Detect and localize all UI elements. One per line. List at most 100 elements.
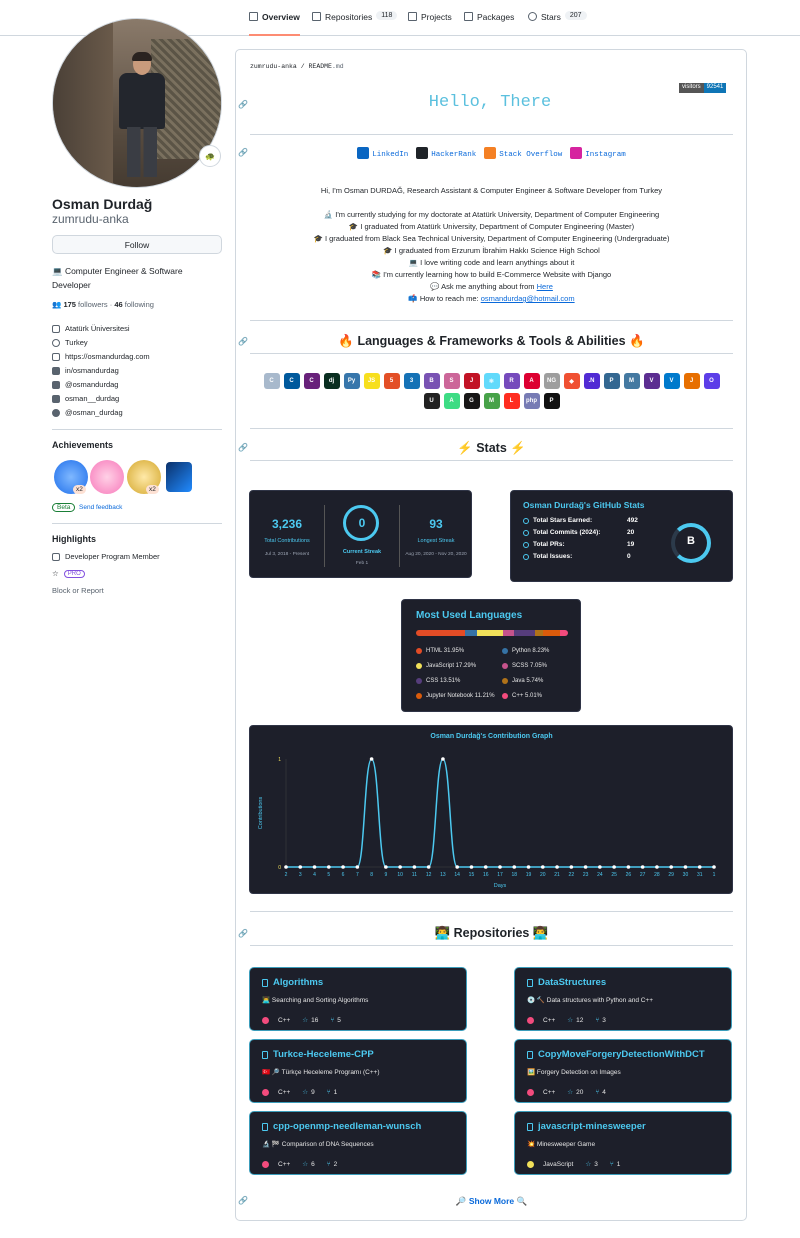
anchor-link-icon[interactable]: 🔗	[238, 1196, 248, 1205]
email-link[interactable]: osmandurdag@hotmail.com	[481, 294, 575, 303]
python-icon: Py	[343, 373, 360, 389]
ask-me-link[interactable]: Here	[537, 282, 553, 291]
repo-stars: ☆ 16	[302, 1016, 319, 1025]
react-icon: ⚛	[483, 373, 500, 389]
x-axis-label: Days	[494, 883, 507, 889]
x-tick-label: 10	[397, 872, 403, 878]
anchor-link-icon[interactable]: 🔗	[238, 443, 248, 452]
data-point	[612, 865, 616, 869]
data-point	[369, 757, 374, 761]
repo-name[interactable]: Turkce-Heceleme-CPP	[262, 1049, 374, 1060]
arctic-vault-badge[interactable]	[166, 462, 192, 492]
visitors-badge: visitors 92541	[679, 83, 727, 93]
data-point	[626, 865, 631, 869]
instagram-link[interactable]: Instagram	[570, 147, 626, 159]
top-languages-card: Most Used Languages HTML 31.95% Python 8…	[401, 599, 581, 712]
location-icon	[52, 338, 60, 347]
language-item: Java 5.74%	[502, 678, 543, 684]
x-tick-label: 18	[511, 872, 517, 878]
language-item: Jupyter Notebook 11.21%	[416, 693, 495, 699]
block-report-link[interactable]: Block or Report	[52, 586, 104, 595]
longest-range: Aug 20, 2020 - Nov 20, 2020	[405, 552, 467, 557]
repo-name[interactable]: CopyMoveForgeryDetectionWithDCT	[527, 1049, 705, 1060]
data-point	[455, 865, 459, 869]
avatar[interactable]	[52, 18, 222, 188]
csharp-icon: C	[303, 373, 320, 389]
repo-description: 🇹🇷 🔎 Türkçe Heceleme Programı (C++)	[262, 1069, 380, 1076]
show-more-link[interactable]: 🔎 Show More 🔍	[250, 1196, 733, 1207]
divider	[250, 911, 733, 912]
divider	[250, 353, 733, 354]
tab-packages[interactable]: Packages	[464, 12, 514, 36]
intro-text: Hi, I'm Osman DURDAĞ, Research Assistant…	[313, 186, 670, 303]
repo-name[interactable]: javascript-minesweeper	[527, 1121, 646, 1132]
followers-link[interactable]: 175 followers	[63, 300, 107, 309]
x-tick-label: 26	[626, 872, 632, 878]
javascript-icon: JS	[363, 373, 380, 389]
repo-icon	[312, 12, 321, 21]
star-icon: ☆	[52, 569, 59, 578]
anchor-link-icon[interactable]: 🔗	[238, 100, 248, 109]
css3-icon: 3	[403, 373, 420, 389]
data-point	[583, 865, 588, 869]
linkedin-link[interactable]: LinkedIn	[357, 147, 408, 159]
repo-card[interactable]: Turkce-Heceleme-CPP 🇹🇷 🔎 Türkçe Heceleme …	[249, 1039, 467, 1103]
repo-name[interactable]: Algorithms	[262, 977, 323, 988]
detail-website[interactable]: https://osmandurdag.com	[52, 352, 150, 361]
repo-card[interactable]: CopyMoveForgeryDetectionWithDCT 🖼️ Forger…	[514, 1039, 732, 1103]
tab-overview[interactable]: Overview	[249, 12, 300, 36]
x-tick-label: 15	[469, 872, 475, 878]
hackerrank-link[interactable]: HackerRank	[416, 147, 476, 159]
languages-title: Most Used Languages	[416, 610, 523, 621]
current-streak-label: Current Streak	[342, 549, 382, 555]
x-tick-label: 24	[597, 872, 603, 878]
language-bar-segment	[477, 630, 504, 636]
repo-card[interactable]: javascript-minesweeper 💥 Minesweeper Game…	[514, 1111, 732, 1175]
angular-icon: A	[523, 373, 540, 389]
data-point	[284, 865, 288, 869]
languages-bar	[416, 630, 568, 636]
tab-repositories[interactable]: Repositories 118	[312, 11, 398, 36]
repo-card[interactable]: DataStructures 💿 🔨 Data structures with P…	[514, 967, 732, 1031]
anchor-link-icon[interactable]: 🔗	[238, 929, 248, 938]
status-emoji-button[interactable]: 🐢	[199, 145, 221, 167]
separator	[399, 505, 400, 567]
repo-description: 💥 Minesweeper Game	[527, 1141, 596, 1148]
send-feedback-link[interactable]: Send feedback	[79, 504, 122, 511]
detail-instagram[interactable]: osman__durdag	[52, 394, 119, 403]
repo-name[interactable]: DataStructures	[527, 977, 606, 988]
data-point	[312, 865, 317, 869]
django-icon: dj	[323, 373, 340, 389]
tab-stars[interactable]: Stars 207	[528, 11, 587, 36]
fork-icon: ⑂	[595, 1088, 600, 1096]
tab-projects[interactable]: Projects	[408, 12, 452, 36]
follow-button[interactable]: Follow	[52, 235, 222, 254]
organization-icon	[52, 324, 60, 333]
anchor-link-icon[interactable]: 🔗	[238, 148, 248, 157]
detail-linkedin[interactable]: in/osmandurdag	[52, 366, 119, 375]
x-tick-label: 20	[540, 872, 546, 878]
detail-youtube[interactable]: @osmandurdag	[52, 380, 118, 389]
stats-heading: ⚡ Stats ⚡	[457, 441, 526, 455]
stackoverflow-link[interactable]: Stack Overflow	[484, 147, 562, 159]
anchor-link-icon[interactable]: 🔗	[238, 337, 248, 346]
repo-icon	[262, 1122, 268, 1131]
yolo-badge[interactable]	[90, 460, 124, 494]
dotnet-icon: .N	[583, 373, 600, 389]
data-point	[697, 865, 702, 869]
data-point	[569, 865, 574, 869]
repo-name[interactable]: cpp-openmp-needleman-wunsch	[262, 1121, 421, 1132]
repo-card[interactable]: Algorithms 👨‍💻 Searching and Sorting Algo…	[249, 967, 467, 1031]
language-item: SCSS 7.05%	[502, 663, 547, 669]
readme-user[interactable]: zumrudu-anka	[250, 63, 297, 70]
linkedin-icon	[52, 366, 60, 375]
profile-name: Osman Durdağ	[52, 196, 153, 212]
stat-issues-value: 0	[627, 553, 631, 560]
divider	[250, 460, 733, 461]
detail-twitter[interactable]: @osman_durdag	[52, 408, 123, 417]
repo-card[interactable]: cpp-openmp-needleman-wunsch 🔬 🏁 Compariso…	[249, 1111, 467, 1175]
y-axis-label: Contributions	[258, 797, 264, 830]
following-link[interactable]: 46 following	[114, 300, 154, 309]
unity-icon: U	[423, 393, 440, 409]
repo-forks: ⑂ 4	[595, 1088, 606, 1096]
